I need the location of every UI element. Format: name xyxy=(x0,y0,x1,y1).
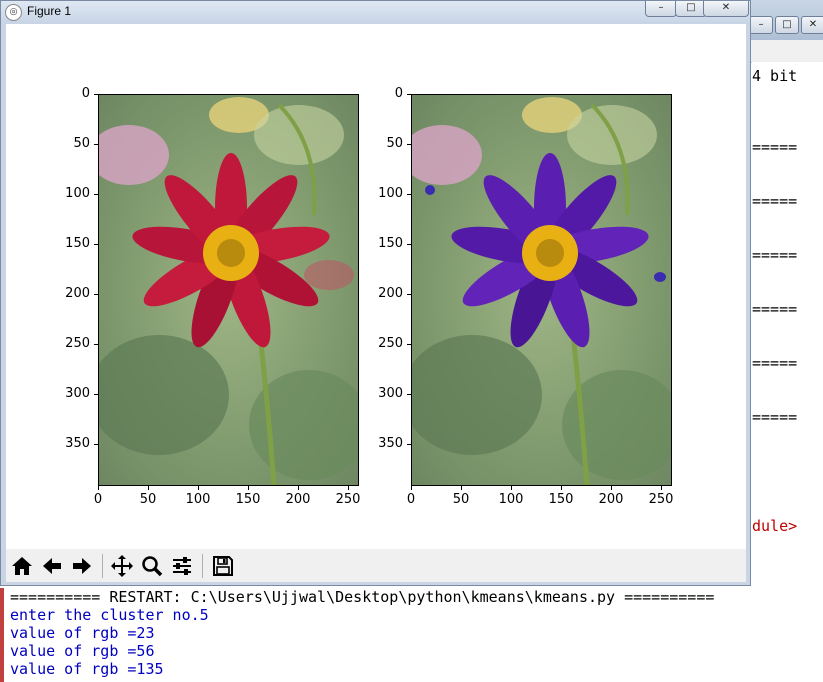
console-output[interactable]: ========== RESTART: C:\Users\Ujjwal\Desk… xyxy=(0,586,823,682)
y-tick xyxy=(407,294,411,295)
shell-fragment: ===== xyxy=(752,408,798,426)
x-tick-label: 150 xyxy=(548,492,574,507)
y-tick-label: 150 xyxy=(65,236,90,251)
y-tick-label: 350 xyxy=(378,436,403,451)
x-tick xyxy=(511,486,512,490)
x-tick-label: 0 xyxy=(406,492,416,507)
shell-fragment: dule> xyxy=(752,517,798,535)
y-tick-label: 250 xyxy=(65,336,90,351)
save-icon[interactable] xyxy=(209,552,237,580)
shell-menubar xyxy=(745,40,823,63)
x-tick-label: 100 xyxy=(498,492,524,507)
minimize-button[interactable]: – xyxy=(645,1,677,17)
x-tick-label: 200 xyxy=(285,492,311,507)
y-tick xyxy=(94,244,98,245)
y-tick xyxy=(407,194,411,195)
shell-maximize-button[interactable]: □ xyxy=(775,16,799,34)
zoom-icon[interactable] xyxy=(138,552,166,580)
shell-output: 4 bit ===== ===== ===== ===== ===== ====… xyxy=(752,62,823,582)
y-tick-label: 250 xyxy=(378,336,403,351)
console-line: enter the cluster no.5 xyxy=(10,606,209,624)
y-tick-label: 100 xyxy=(378,186,403,201)
console-line: value of rgb =23 xyxy=(10,624,155,642)
shell-minimize-button[interactable]: – xyxy=(749,16,773,34)
x-tick xyxy=(248,486,249,490)
x-tick xyxy=(298,486,299,490)
x-tick-label: 200 xyxy=(598,492,624,507)
x-tick-label: 50 xyxy=(452,492,470,507)
y-tick xyxy=(407,244,411,245)
x-tick xyxy=(348,486,349,490)
y-tick-label: 0 xyxy=(394,86,403,101)
toolbar-separator xyxy=(202,554,203,578)
x-tick xyxy=(461,486,462,490)
y-tick xyxy=(94,294,98,295)
y-tick-label: 200 xyxy=(378,286,403,301)
y-tick-label: 50 xyxy=(73,136,90,151)
y-tick-label: 300 xyxy=(378,386,403,401)
toolbar-separator xyxy=(102,554,103,578)
y-tick xyxy=(407,144,411,145)
home-icon[interactable] xyxy=(8,552,36,580)
y-tick xyxy=(94,194,98,195)
y-tick-label: 300 xyxy=(65,386,90,401)
figure-titlebar[interactable]: ◎ Figure 1 – □ ✕ xyxy=(1,1,750,23)
x-tick xyxy=(561,486,562,490)
y-tick xyxy=(94,394,98,395)
x-tick-label: 150 xyxy=(235,492,261,507)
y-tick-label: 350 xyxy=(65,436,90,451)
figure-title: Figure 1 xyxy=(27,4,72,18)
back-icon[interactable] xyxy=(38,552,66,580)
console-line: value of rgb =135 xyxy=(10,660,164,678)
shell-fragment: ===== xyxy=(752,354,798,372)
figure-canvas[interactable]: 0 50 100 150 200 250 300 350 0 50 100 150 200 250 0 50… xyxy=(6,24,746,549)
x-tick xyxy=(198,486,199,490)
navigation-toolbar xyxy=(6,549,746,582)
shell-fragment: 4 bit xyxy=(752,67,798,85)
shell-fragment: ===== xyxy=(752,138,798,156)
shell-margin-marker xyxy=(0,588,4,682)
shell-fragment: ===== xyxy=(752,246,798,264)
x-tick xyxy=(611,486,612,490)
y-tick xyxy=(407,394,411,395)
x-tick-label: 100 xyxy=(185,492,211,507)
console-restart-line: ========== RESTART: C:\Users\Ujjwal\Desk… xyxy=(10,588,715,606)
close-button[interactable]: ✕ xyxy=(703,1,749,17)
shell-fragment: ===== xyxy=(752,300,798,318)
y-tick xyxy=(94,444,98,445)
y-tick-label: 100 xyxy=(65,186,90,201)
y-tick xyxy=(407,94,411,95)
figure-window: ◎ Figure 1 – □ ✕ 0 50 100 150 200 250 30… xyxy=(0,0,751,586)
clustered-flower-image xyxy=(412,95,671,485)
y-tick xyxy=(407,444,411,445)
original-flower-image xyxy=(99,95,358,485)
pan-icon[interactable] xyxy=(108,552,136,580)
y-tick-label: 50 xyxy=(386,136,403,151)
y-tick xyxy=(94,144,98,145)
forward-icon[interactable] xyxy=(68,552,96,580)
matplotlib-logo-icon: ◎ xyxy=(5,4,22,21)
y-tick xyxy=(94,344,98,345)
y-tick xyxy=(407,344,411,345)
x-tick xyxy=(148,486,149,490)
y-tick-label: 0 xyxy=(81,86,90,101)
x-tick xyxy=(661,486,662,490)
x-tick xyxy=(411,486,412,490)
x-tick-label: 50 xyxy=(139,492,157,507)
shell-close-button[interactable]: ✕ xyxy=(801,16,823,34)
right-image-axes xyxy=(411,94,672,486)
y-tick xyxy=(94,94,98,95)
configure-subplots-icon[interactable] xyxy=(168,552,196,580)
y-tick-label: 200 xyxy=(65,286,90,301)
x-tick-label: 0 xyxy=(93,492,103,507)
y-tick-label: 150 xyxy=(378,236,403,251)
left-image-axes xyxy=(98,94,359,486)
x-tick-label: 250 xyxy=(335,492,361,507)
console-line: value of rgb =56 xyxy=(10,642,155,660)
shell-fragment: ===== xyxy=(752,192,798,210)
x-tick xyxy=(98,486,99,490)
x-tick-label: 250 xyxy=(648,492,674,507)
shell-titlebar: – □ ✕ xyxy=(745,0,823,40)
